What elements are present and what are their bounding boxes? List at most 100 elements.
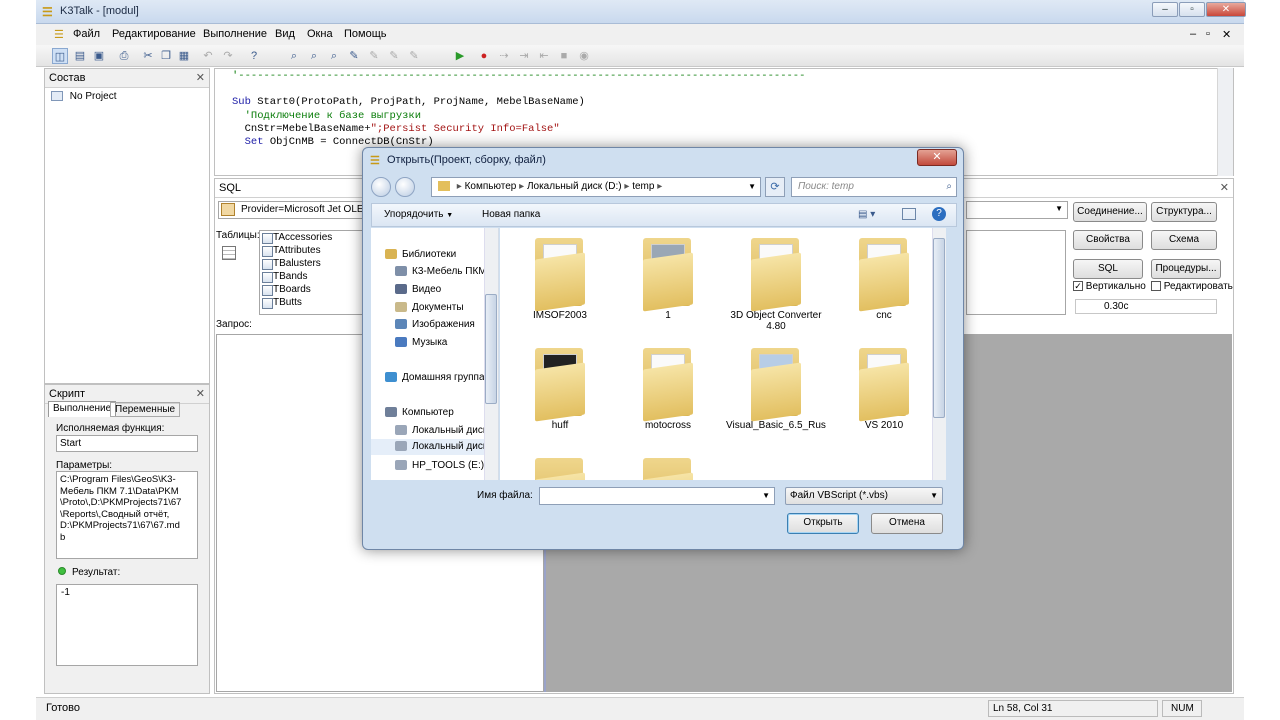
close-icon[interactable]: ✕	[1206, 2, 1246, 17]
tab-run[interactable]: Выполнение	[48, 401, 117, 417]
folder-item[interactable]: VS 2010	[834, 344, 934, 454]
open-icon[interactable]: ▤	[72, 48, 88, 64]
nav-drive-c[interactable]: Локальный диск	[395, 425, 487, 436]
filename-input[interactable]: ▼	[539, 487, 775, 505]
breadcrumb-drive[interactable]: Локальный диск (D:)	[527, 181, 622, 192]
bookmark-next-icon[interactable]: ✎	[366, 48, 382, 64]
table-item[interactable]: TButts	[260, 296, 364, 309]
nav-drive-e[interactable]: HP_TOOLS (E:)	[395, 460, 484, 471]
stop-icon[interactable]: ■	[556, 48, 572, 64]
tab-variables[interactable]: Переменные	[110, 402, 181, 417]
folder-item[interactable]	[618, 454, 718, 480]
structure-button[interactable]: Структура...	[1151, 202, 1217, 222]
dialog-close-icon[interactable]: ✕	[917, 149, 957, 166]
file-type-select[interactable]: Файл VBScript (*.vbs) ▼	[785, 487, 943, 505]
nav-pictures[interactable]: Изображения	[395, 319, 475, 330]
menu-windows[interactable]: Окна	[307, 28, 333, 40]
bookmark-icon[interactable]: ✎	[346, 48, 362, 64]
params-field[interactable]: C:\Program Files\GeoS\K3-Мебель ПКМ 7.1\…	[56, 471, 198, 559]
forward-icon[interactable]	[395, 177, 415, 197]
sql-button[interactable]: SQL	[1073, 259, 1143, 279]
result-field[interactable]: -1	[56, 584, 198, 666]
breadcrumb-computer[interactable]: Компьютер	[465, 181, 517, 192]
table-icon[interactable]	[222, 246, 236, 260]
files-scrollbar[interactable]	[932, 228, 946, 480]
chevron-down-icon[interactable]: ▼	[762, 491, 770, 500]
step-out-icon[interactable]: ⇤	[536, 48, 552, 64]
properties-button[interactable]: Свойства	[1073, 230, 1143, 250]
open-project-icon[interactable]: ◫	[52, 48, 68, 64]
mdi-minimize-icon[interactable]: –	[1190, 28, 1196, 40]
open-button[interactable]: Открыть	[787, 513, 859, 534]
tables-list[interactable]: TAccessories TAttributes TBalusters TBan…	[259, 230, 365, 315]
refresh-icon[interactable]: ⟳	[765, 177, 785, 197]
folder-item[interactable]: IMSOF2003	[510, 234, 610, 344]
organize-button[interactable]: Упорядочить ▼	[384, 209, 453, 220]
nav-music[interactable]: Музыка	[395, 337, 447, 348]
procedures-button[interactable]: Процедуры...	[1151, 259, 1221, 279]
menu-run[interactable]: Выполнение	[203, 28, 267, 40]
mdi-restore-icon[interactable]: ▫	[1206, 28, 1210, 40]
folder-item[interactable]	[510, 454, 610, 480]
back-icon[interactable]	[371, 177, 391, 197]
app-titlebar[interactable]: ☰ K3Talk - [modul] – ▫ ✕	[36, 0, 1246, 24]
table-item[interactable]: TBands	[260, 270, 364, 283]
editor-scrollbar[interactable]	[1217, 68, 1233, 176]
folder-item[interactable]: huff	[510, 344, 610, 454]
table-item[interactable]: TBalusters	[260, 257, 364, 270]
menu-help[interactable]: Помощь	[344, 28, 387, 40]
folder-item[interactable]: cnc	[834, 234, 934, 344]
address-bar[interactable]: ▸ Компьютер ▸ Локальный диск (D:) ▸ temp…	[431, 177, 761, 197]
breadcrumb-temp[interactable]: temp	[632, 181, 654, 192]
vertical-checkbox[interactable]: ✓ Вертикально	[1073, 281, 1146, 292]
sql-close-icon[interactable]: ✕	[1220, 181, 1229, 194]
chevron-down-icon[interactable]: ▼	[748, 178, 756, 196]
save-icon[interactable]: ▣	[91, 48, 107, 64]
menu-file[interactable]: Файл	[73, 28, 100, 40]
schema-button[interactable]: Схема	[1151, 230, 1217, 250]
files-scroll-thumb[interactable]	[933, 238, 945, 418]
run-icon[interactable]: ▶	[452, 48, 468, 64]
find-next-icon[interactable]: ⌕	[306, 48, 322, 64]
nav-drive-d[interactable]: Локальный диск	[371, 439, 487, 455]
view-icon[interactable]: ▤ ▾	[858, 209, 875, 220]
bookmark-prev-icon[interactable]: ✎	[386, 48, 402, 64]
sostav-close-icon[interactable]: ✕	[196, 71, 205, 84]
watch-icon[interactable]: ◉	[576, 48, 592, 64]
print-icon[interactable]: ⎙	[116, 48, 132, 64]
function-field[interactable]: Start	[56, 435, 198, 452]
nav-scrollbar[interactable]	[484, 228, 498, 480]
undo-icon[interactable]: ↶	[200, 48, 216, 64]
minimize-icon[interactable]: –	[1152, 2, 1178, 17]
redo-icon[interactable]: ↷	[220, 48, 236, 64]
step-over-icon[interactable]: ⇥	[516, 48, 532, 64]
nav-libraries[interactable]: Библиотеки	[385, 249, 456, 260]
nav-homegroup[interactable]: Домашняя группа	[385, 372, 485, 383]
nav-documents[interactable]: Документы	[395, 302, 464, 313]
replace-icon[interactable]: ⌕	[326, 48, 342, 64]
copy-icon[interactable]: ❐	[158, 48, 174, 64]
step-icon[interactable]: ⇢	[496, 48, 512, 64]
nav-computer[interactable]: Компьютер	[385, 407, 454, 418]
sostav-tree-item[interactable]: No Project	[45, 88, 209, 105]
edit-checkbox[interactable]: Редактировать	[1151, 281, 1233, 292]
menu-view[interactable]: Вид	[275, 28, 295, 40]
folder-item[interactable]: Visual_Basic_6.5_Rus	[726, 344, 826, 454]
nav-video[interactable]: Видео	[395, 284, 441, 295]
folder-item[interactable]: motocross	[618, 344, 718, 454]
breakpoint-icon[interactable]: ●	[476, 48, 492, 64]
mdi-close-icon[interactable]: ✕	[1222, 28, 1231, 41]
maximize-icon[interactable]: ▫	[1179, 2, 1205, 17]
menu-edit[interactable]: Редактирование	[112, 28, 196, 40]
paste-icon[interactable]: ▦	[176, 48, 192, 64]
preview-pane-icon[interactable]	[902, 208, 916, 220]
nav-scroll-thumb[interactable]	[485, 294, 497, 404]
find-icon[interactable]: ⌕	[286, 48, 302, 64]
bookmark-clear-icon[interactable]: ✎	[406, 48, 422, 64]
cancel-button[interactable]: Отмена	[871, 513, 943, 534]
provider-combo[interactable]: ▼	[966, 201, 1068, 219]
folder-item[interactable]: 1	[618, 234, 718, 344]
table-item[interactable]: TAccessories	[260, 231, 364, 244]
new-folder-button[interactable]: Новая папка	[482, 209, 540, 220]
folder-item[interactable]: 3D Object Converter 4.80	[726, 234, 826, 344]
